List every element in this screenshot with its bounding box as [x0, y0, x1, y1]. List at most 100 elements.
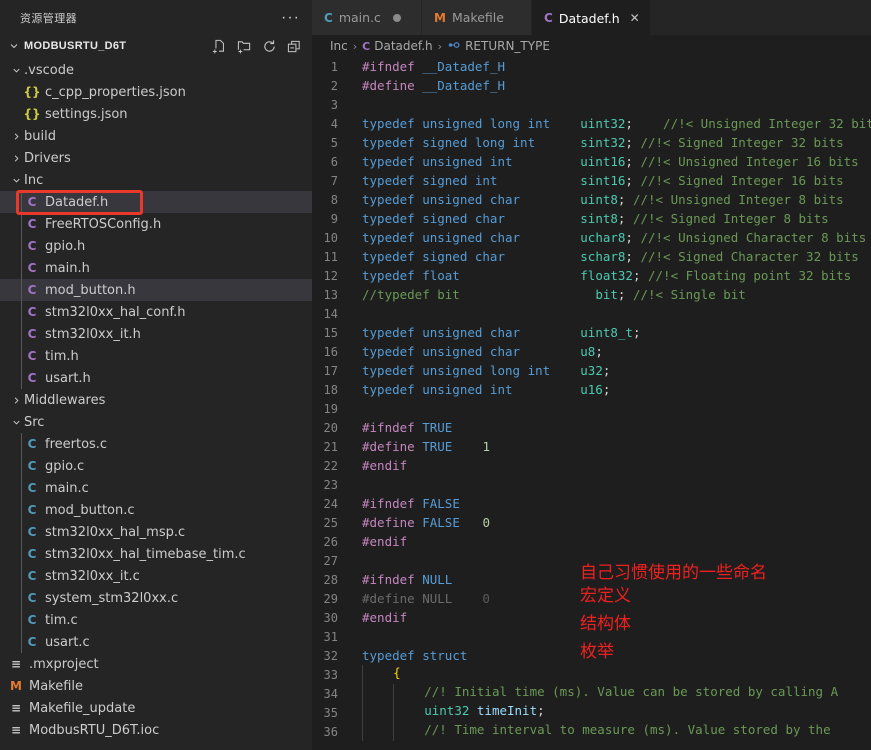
code-line[interactable]: 34 //! Initial time (ms). Value can be s… — [312, 684, 871, 703]
code-line[interactable]: 6 typedef unsigned int uint16; //!< Unsig… — [312, 152, 871, 171]
editor-tab-bar[interactable]: Cmain.c M Makefile C Datadef.h ✕ — [312, 0, 871, 35]
code-line[interactable]: 10 typedef unsigned char uchar8; //!< Uns… — [312, 228, 871, 247]
code-line[interactable]: 12 typedef float float32; //!< Floating p… — [312, 266, 871, 285]
tree-item-makefile-update[interactable]: ≡ Makefile_update — [0, 697, 312, 719]
code-line[interactable]: 16 typedef unsigned char u8; — [312, 342, 871, 361]
tree-item-inc[interactable]: Inc — [0, 169, 312, 191]
tree-item-modbusrtu-d6t-ioc[interactable]: ≡ ModbusRTU_D6T.ioc — [0, 719, 312, 741]
chevron-down-icon[interactable] — [8, 65, 24, 76]
c-source-icon: C — [27, 635, 37, 649]
tree-item-build[interactable]: build — [0, 125, 312, 147]
tab-close-icon[interactable]: ✕ — [630, 11, 640, 25]
tree-item-stm32l0xx-hal-conf-h[interactable]: Cstm32l0xx_hal_conf.h — [0, 301, 312, 323]
tree-item-freertos-c[interactable]: Cfreertos.c — [0, 433, 312, 455]
c-header-icon: C — [544, 11, 553, 25]
code-line[interactable]: 20 #ifndef TRUE — [312, 418, 871, 437]
tree-item-usart-c[interactable]: Cusart.c — [0, 631, 312, 653]
token-kw: typedef signed long int — [362, 135, 536, 150]
tree-item-stm32l0xx-hal-msp-c[interactable]: Cstm32l0xx_hal_msp.c — [0, 521, 312, 543]
code-line[interactable]: 24 #ifndef FALSE — [312, 494, 871, 513]
chevron-right-icon[interactable] — [8, 131, 24, 142]
code-line[interactable]: 18 typedef unsigned int u16; — [312, 380, 871, 399]
file-tree[interactable]: .vscode {} c_cpp_properties.json {} settings… — [0, 57, 312, 741]
code-line[interactable]: 4 typedef unsigned long int uint32; //!< … — [312, 114, 871, 133]
chevron-down-icon[interactable] — [6, 38, 22, 54]
line-number: 3 — [330, 97, 338, 112]
token-cmt: //!< Floating point 32 bits — [640, 268, 852, 283]
breadcrumb[interactable]: Inc › C Datadef.h › RETURN_TYPE — [312, 35, 871, 57]
code-line[interactable]: 3 — [312, 95, 871, 114]
tree-item-datadef-h[interactable]: C Datadef.h — [0, 191, 312, 213]
code-line[interactable]: 36 //! Time interval to measure (ms). Va… — [312, 722, 871, 741]
chevron-right-icon[interactable] — [8, 153, 24, 164]
code-line[interactable]: 35 uint32 timeInit; — [312, 703, 871, 722]
tree-item-main-h[interactable]: Cmain.h — [0, 257, 312, 279]
code-line[interactable]: 5 typedef signed long int sint32; //!< Si… — [312, 133, 871, 152]
editor-tab-main-c[interactable]: Cmain.c — [312, 0, 422, 35]
chevron-down-icon[interactable] — [8, 175, 24, 186]
tree-item-tim-h[interactable]: Ctim.h — [0, 345, 312, 367]
editor-tab-makefile[interactable]: M Makefile — [422, 0, 532, 35]
code-line[interactable]: 9 typedef signed char sint8; //!< Signed … — [312, 209, 871, 228]
token-typ: u32 — [580, 363, 603, 378]
tree-item-settings-json[interactable]: {} settings.json — [0, 103, 312, 125]
new-folder-icon[interactable] — [236, 38, 252, 54]
code-line[interactable]: 22 #endif — [312, 456, 871, 475]
code-line[interactable]: 14 — [312, 304, 871, 323]
code-line[interactable]: 7 typedef signed int sint16; //!< Signed … — [312, 171, 871, 190]
code-editor-content[interactable]: 1 #ifndef __Datadef_H 2 #define __Datadef_H… — [312, 57, 871, 750]
tree-item-freertosconfig-h[interactable]: C FreeRTOSConfig.h — [0, 213, 312, 235]
code-line[interactable]: 26 #endif — [312, 532, 871, 551]
tab-dirty-indicator-icon[interactable] — [392, 13, 401, 22]
code-line[interactable]: 32 typedef struct — [312, 646, 871, 665]
tree-item-stm32l0xx-it-c[interactable]: Cstm32l0xx_it.c — [0, 565, 312, 587]
tree-item-src[interactable]: Src — [0, 411, 312, 433]
code-line[interactable]: 17 typedef unsigned long int u32; — [312, 361, 871, 380]
tree-item-middlewares[interactable]: Middlewares — [0, 389, 312, 411]
tree-item-mod-button-c[interactable]: Cmod_button.c — [0, 499, 312, 521]
token-pun — [520, 230, 580, 245]
code-line[interactable]: 15 typedef unsigned char uint8_t; — [312, 323, 871, 342]
tree-item-tim-c[interactable]: Ctim.c — [0, 609, 312, 631]
code-line[interactable]: 33 { — [312, 665, 871, 684]
new-file-icon[interactable] — [211, 38, 227, 54]
code-line[interactable]: 11 typedef signed char schar8; //!< Signe… — [312, 247, 871, 266]
tree-item-makefile[interactable]: M Makefile — [0, 675, 312, 697]
code-line[interactable]: 23 — [312, 475, 871, 494]
code-line[interactable]: 31 — [312, 627, 871, 646]
breadcrumb-item-inc[interactable]: Inc — [330, 39, 348, 53]
tree-item-c-cpp-properties-json[interactable]: {} c_cpp_properties.json — [0, 81, 312, 103]
refresh-icon[interactable] — [261, 38, 277, 54]
chevron-right-icon[interactable] — [8, 395, 24, 406]
code-line[interactable]: 30 #endif — [312, 608, 871, 627]
chevron-down-icon[interactable] — [8, 417, 24, 428]
code-line[interactable]: 29 #define NULL 0 — [312, 589, 871, 608]
code-text: #ifndef FALSE — [350, 496, 871, 511]
tree-item-usart-h[interactable]: Cusart.h — [0, 367, 312, 389]
tree-item--mxproject[interactable]: ≡ .mxproject — [0, 653, 312, 675]
tree-item-stm32l0xx-hal-timebase-tim-c[interactable]: Cstm32l0xx_hal_timebase_tim.c — [0, 543, 312, 565]
tree-item-drivers[interactable]: Drivers — [0, 147, 312, 169]
tree-item--vscode[interactable]: .vscode — [0, 59, 312, 81]
code-line[interactable]: 28 #ifndef NULL — [312, 570, 871, 589]
code-line[interactable]: 2 #define __Datadef_H — [312, 76, 871, 95]
tree-item-system-stm32l0xx-c[interactable]: Csystem_stm32l0xx.c — [0, 587, 312, 609]
code-line[interactable]: 19 — [312, 399, 871, 418]
code-line[interactable]: 1 #ifndef __Datadef_H — [312, 57, 871, 76]
code-line[interactable]: 21 #define TRUE 1 — [312, 437, 871, 456]
code-line[interactable]: 25 #define FALSE 0 — [312, 513, 871, 532]
tree-item-main-c[interactable]: Cmain.c — [0, 477, 312, 499]
breadcrumb-item-return-type[interactable]: RETURN_TYPE — [447, 39, 550, 54]
tree-item-gpio-c[interactable]: Cgpio.c — [0, 455, 312, 477]
breadcrumb-item-datadef-h[interactable]: C Datadef.h — [362, 39, 433, 53]
explorer-more-actions-icon[interactable]: ··· — [281, 9, 300, 25]
tree-item-stm32l0xx-it-h[interactable]: Cstm32l0xx_it.h — [0, 323, 312, 345]
collapse-all-icon[interactable] — [286, 38, 302, 54]
explorer-root-row[interactable]: MODBUSRTU_D6T — [0, 35, 312, 57]
tree-item-mod-button-h[interactable]: Cmod_button.h — [0, 279, 312, 301]
code-line[interactable]: 13 //typedef bit bit; //!< Single bit — [312, 285, 871, 304]
editor-tab-datadef-h[interactable]: C Datadef.h ✕ — [532, 0, 651, 35]
tree-item-gpio-h[interactable]: Cgpio.h — [0, 235, 312, 257]
code-line[interactable]: 8 typedef unsigned char uint8; //!< Unsig… — [312, 190, 871, 209]
code-line[interactable]: 27 — [312, 551, 871, 570]
